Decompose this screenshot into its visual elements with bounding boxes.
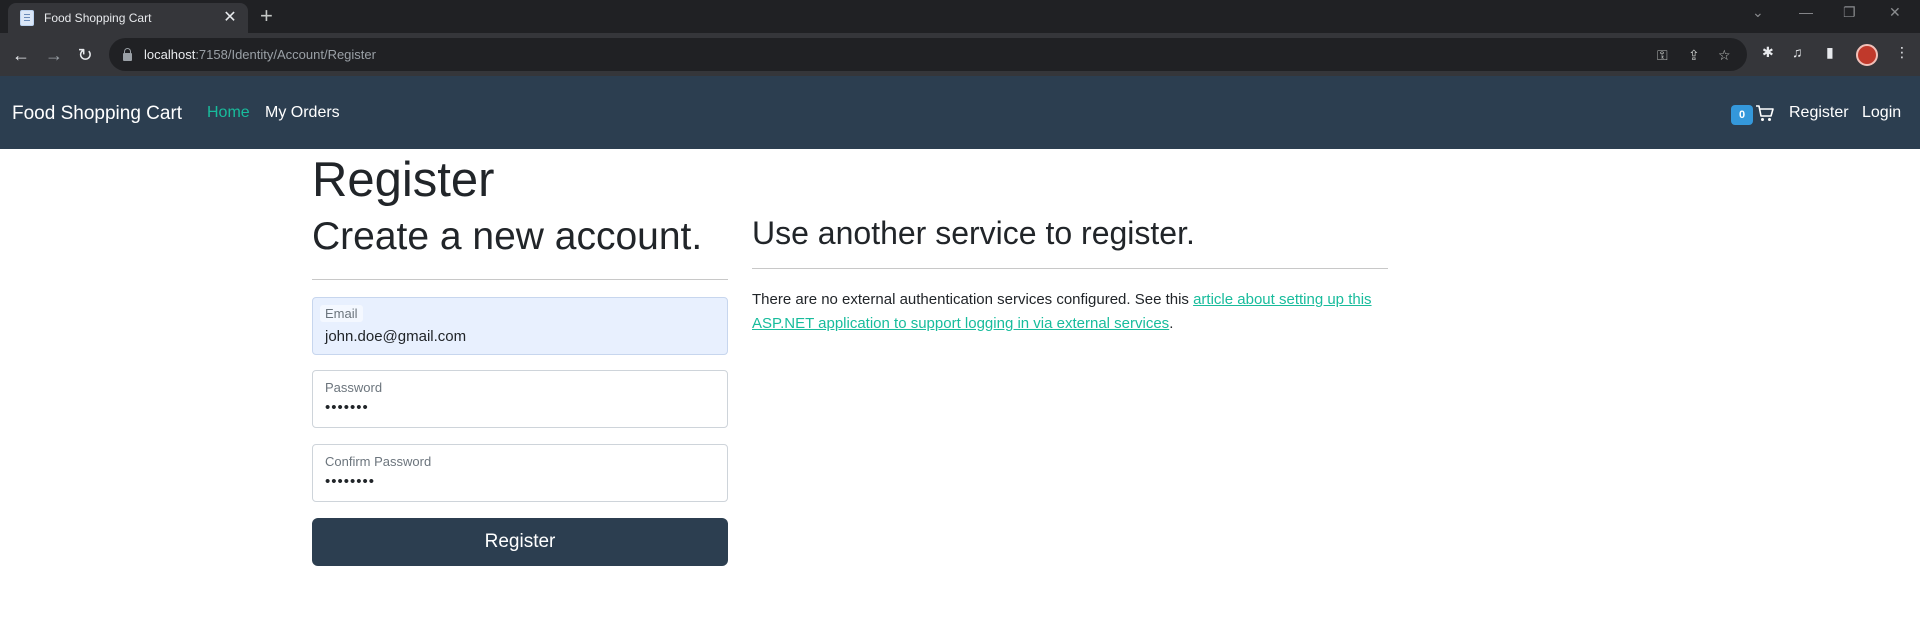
lock-icon <box>123 47 132 61</box>
external-text: There are no external authentication ser… <box>752 291 1194 308</box>
external-services-text: There are no external authentication ser… <box>752 288 1392 336</box>
tab-close-icon[interactable]: ✕ <box>222 10 238 26</box>
tab-search-icon[interactable]: ⌄ <box>1752 4 1764 21</box>
form-subtitle: Create a new account. <box>312 215 703 258</box>
media-control-icon[interactable]: ♫ <box>1792 44 1803 60</box>
url-host: localhost <box>144 47 196 62</box>
extensions-icon[interactable]: ✱ <box>1762 44 1774 61</box>
browser-toolbar: ← → ↻ localhost :7158/Identity/Account/R… <box>0 33 1920 76</box>
password-label: Password <box>325 380 383 395</box>
confirm-password-label: Confirm Password <box>325 454 432 469</box>
back-icon[interactable]: ← <box>7 41 35 69</box>
brand-link[interactable]: Food Shopping Cart <box>12 103 182 125</box>
side-panel-icon[interactable]: ▮ <box>1826 44 1834 61</box>
page-title: Register <box>312 153 495 207</box>
close-window-icon[interactable]: ✕ <box>1889 4 1901 21</box>
forward-icon[interactable]: → <box>40 41 68 69</box>
register-submit-button[interactable]: Register <box>312 518 728 566</box>
email-value[interactable]: john.doe@gmail.com <box>325 328 715 345</box>
nav-home-link[interactable]: Home <box>207 104 250 122</box>
browser-menu-icon[interactable]: ⋮ <box>1895 44 1909 61</box>
profile-avatar[interactable] <box>1856 44 1878 66</box>
confirm-password-field[interactable]: Confirm Password •••••••• <box>312 444 728 502</box>
share-icon[interactable]: ⇪ <box>1688 47 1700 64</box>
restore-icon[interactable]: ❐ <box>1843 4 1856 21</box>
divider <box>752 268 1388 269</box>
nav-my-orders-link[interactable]: My Orders <box>265 104 340 122</box>
page-favicon-icon <box>20 10 34 26</box>
external-services-heading: Use another service to register. <box>752 215 1195 251</box>
tab-title: Food Shopping Cart <box>44 11 152 25</box>
divider <box>312 279 728 280</box>
new-tab-button[interactable]: + <box>260 4 273 28</box>
cart-icon[interactable] <box>1755 103 1775 123</box>
browser-tabstrip: Food Shopping Cart ✕ + ⌄ — ❐ ✕ <box>0 0 1920 33</box>
bookmark-star-icon[interactable]: ☆ <box>1718 47 1731 64</box>
password-value[interactable]: ••••••• <box>325 399 715 416</box>
url-path: :7158/Identity/Account/Register <box>195 47 376 62</box>
reload-icon[interactable]: ↻ <box>71 41 99 69</box>
external-text-end: . <box>1169 315 1174 332</box>
address-bar[interactable]: localhost :7158/Identity/Account/Registe… <box>109 38 1747 71</box>
site-navbar: Food Shopping Cart Home My Orders 0 Regi… <box>0 76 1920 149</box>
minimize-icon[interactable]: — <box>1799 4 1813 20</box>
email-label: Email <box>320 305 363 322</box>
nav-login-link[interactable]: Login <box>1862 104 1901 122</box>
nav-register-link[interactable]: Register <box>1789 104 1849 122</box>
cart-count-badge[interactable]: 0 <box>1731 105 1753 125</box>
password-key-icon[interactable]: ⚿ <box>1657 47 1668 64</box>
confirm-password-value[interactable]: •••••••• <box>325 473 715 490</box>
password-field[interactable]: Password ••••••• <box>312 370 728 428</box>
browser-tab[interactable]: Food Shopping Cart ✕ <box>8 3 248 33</box>
email-field[interactable]: Email john.doe@gmail.com <box>312 297 728 355</box>
